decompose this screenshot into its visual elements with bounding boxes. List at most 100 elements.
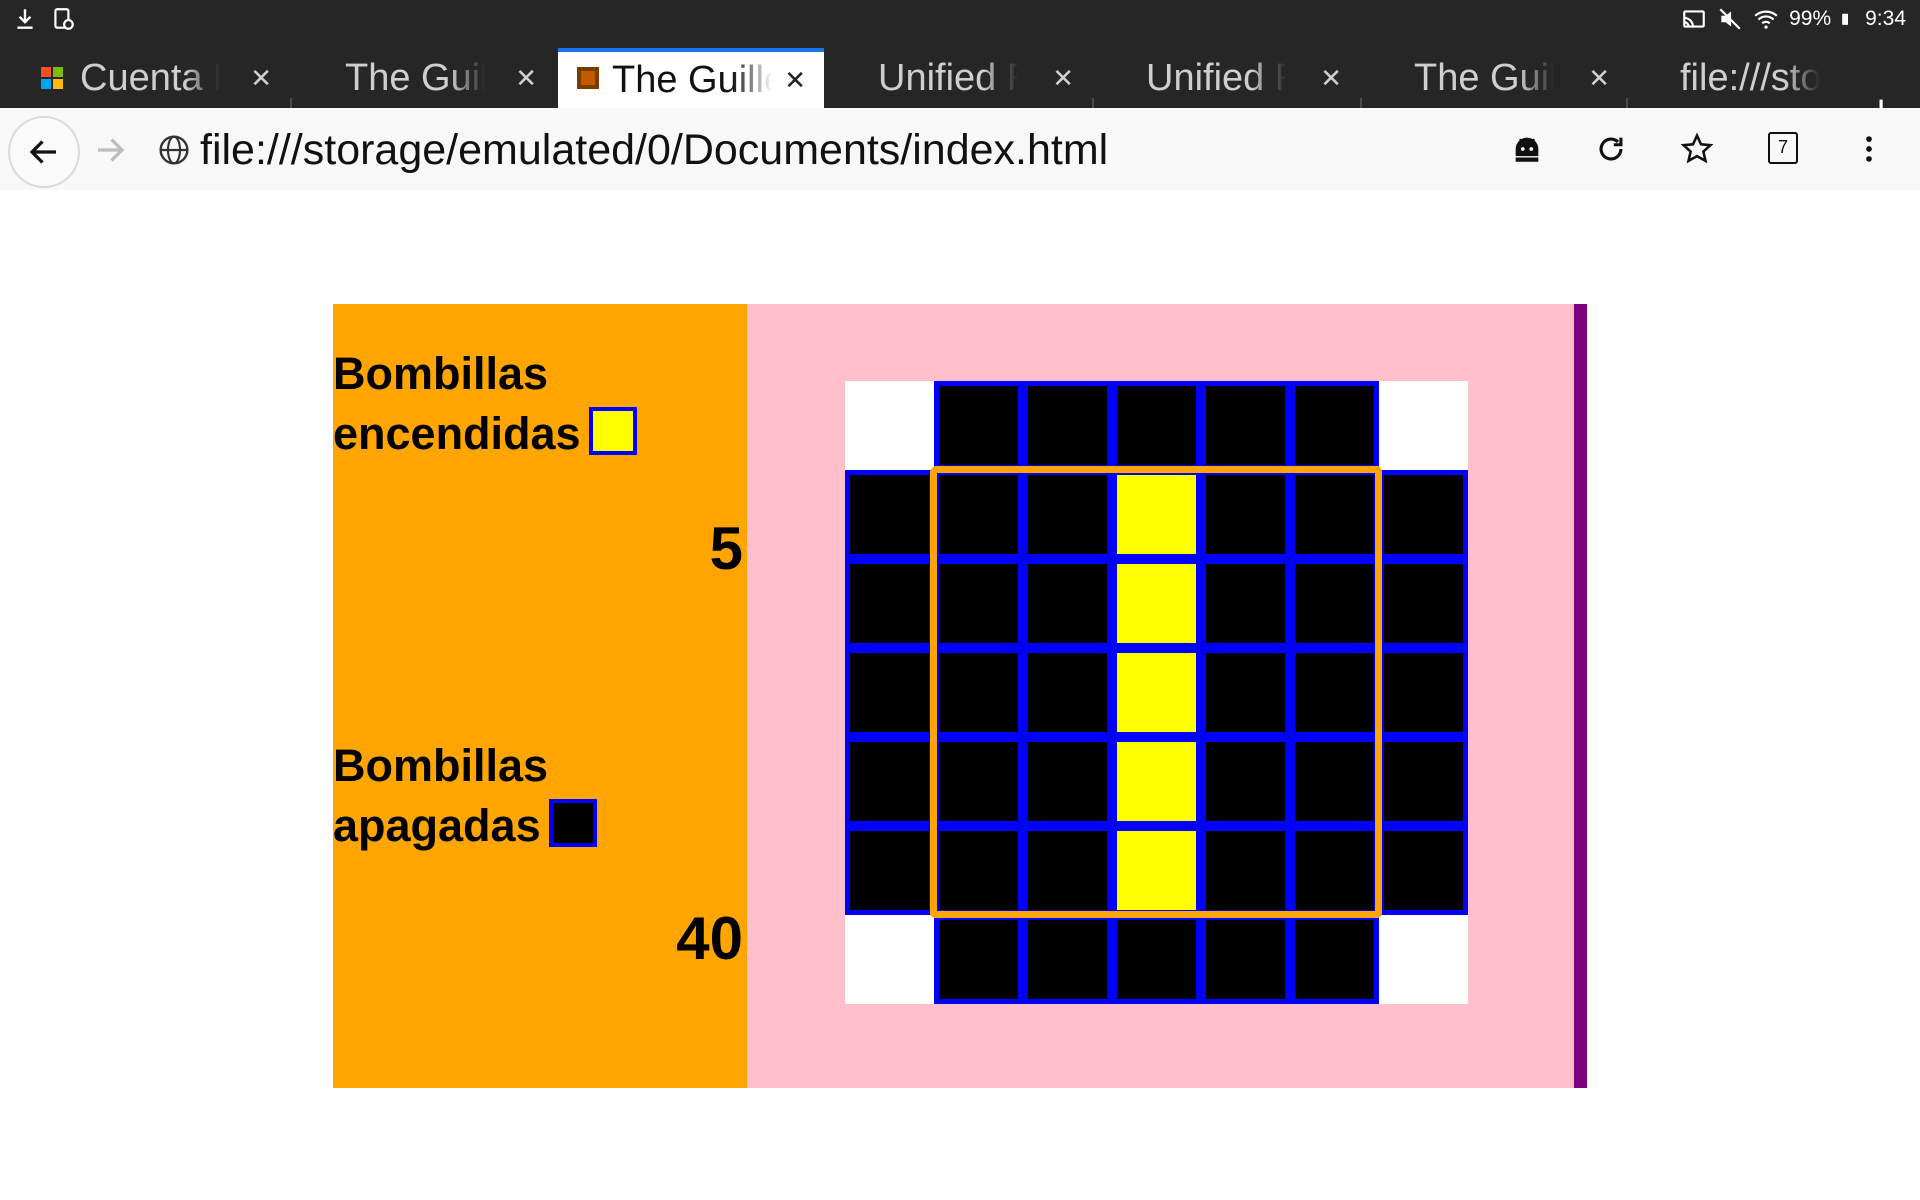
bulb-off[interactable] [1379, 737, 1468, 826]
bulb-off[interactable] [845, 826, 934, 915]
bulb-off[interactable] [1290, 648, 1379, 737]
page-favicon-icon [577, 67, 599, 89]
bulb-off[interactable] [1023, 826, 1112, 915]
tab-title: Unified R [878, 57, 1018, 99]
tab-2[interactable]: The Guill ✕ [265, 48, 555, 108]
bulb-on[interactable] [1112, 470, 1201, 559]
tab-title: The Guille [612, 59, 772, 101]
lights-out-app: Bombillas encendidas 5 Bombillas apagada… [333, 304, 1587, 1088]
bulb-off[interactable] [845, 737, 934, 826]
empty-cell [1379, 915, 1468, 1004]
url-field[interactable]: file:///storage/emulated/0/Documents/ind… [200, 122, 1108, 178]
back-button[interactable] [8, 116, 80, 188]
microsoft-logo-icon [41, 67, 63, 89]
tab-5[interactable]: Unified R ✕ [1094, 48, 1360, 108]
bulb-off[interactable] [1201, 470, 1290, 559]
wifi-icon [1754, 10, 1778, 29]
battery-icon [1842, 13, 1849, 25]
bulb-off[interactable] [934, 826, 1023, 915]
on-bulb-swatch [588, 407, 637, 455]
forward-arrow-icon[interactable] [92, 132, 128, 168]
back-arrow-icon [29, 140, 56, 164]
selection-outline [932, 911, 1381, 918]
bulb-off[interactable] [934, 559, 1023, 648]
bulb-off[interactable] [1379, 470, 1468, 559]
off-bulbs-count: 40 [676, 905, 743, 972]
tab-title: file:///sto [1680, 57, 1820, 99]
selection-outline [930, 468, 937, 917]
bulb-off[interactable] [934, 648, 1023, 737]
bulb-off[interactable] [1290, 470, 1379, 559]
bulb-off[interactable] [1290, 826, 1379, 915]
bulb-off[interactable] [1112, 915, 1201, 1004]
tab-title: The Guill [345, 57, 485, 99]
close-icon[interactable]: ✕ [1320, 48, 1342, 108]
clock: 9:34 [1865, 7, 1906, 30]
close-icon[interactable]: ✕ [784, 52, 806, 108]
empty-cell [845, 381, 934, 470]
on-bulbs-label: Bombillas encendidas [333, 344, 637, 464]
bulb-off[interactable] [1201, 648, 1290, 737]
bulb-off[interactable] [934, 737, 1023, 826]
tab-title: Cuenta M [80, 57, 220, 99]
bulb-off[interactable] [1023, 559, 1112, 648]
off-bulb-swatch [548, 799, 597, 847]
tab-title: Unified R [1146, 57, 1286, 99]
empty-cell [845, 915, 934, 1004]
download-icon [17, 9, 33, 29]
bulb-off[interactable] [1379, 559, 1468, 648]
bulb-off[interactable] [845, 470, 934, 559]
bulb-off[interactable] [1379, 648, 1468, 737]
status-bar: 99% 9:34 [0, 0, 1920, 40]
bulb-off[interactable] [1201, 915, 1290, 1004]
bulb-off[interactable] [934, 470, 1023, 559]
bulb-off[interactable] [845, 648, 934, 737]
close-icon[interactable]: ✕ [515, 48, 537, 108]
bulb-off[interactable] [1023, 381, 1112, 470]
bulb-on[interactable] [1112, 559, 1201, 648]
board-panel [747, 304, 1574, 1088]
bulb-off[interactable] [1023, 915, 1112, 1004]
android-icon[interactable] [1510, 132, 1544, 166]
bulb-off[interactable] [1290, 381, 1379, 470]
bulb-off[interactable] [1201, 381, 1290, 470]
bulb-off[interactable] [1023, 737, 1112, 826]
bulb-off[interactable] [1201, 826, 1290, 915]
menu-icon[interactable] [1852, 132, 1886, 166]
bulb-off[interactable] [1201, 737, 1290, 826]
bulb-on[interactable] [1112, 648, 1201, 737]
browser-toolbar: file:///storage/emulated/0/Documents/ind… [0, 108, 1920, 192]
tab-strip: Cuenta M ✕ The Guill ✕ The Guille ✕ Unif… [0, 40, 1920, 142]
bulb-off[interactable] [1290, 559, 1379, 648]
bulb-off[interactable] [1112, 381, 1201, 470]
bulb-off[interactable] [845, 559, 934, 648]
bulb-off[interactable] [1379, 826, 1468, 915]
bulb-off[interactable] [1290, 915, 1379, 1004]
tab-3-active[interactable]: The Guille ✕ [558, 48, 824, 108]
tab-4[interactable]: Unified R ✕ [826, 48, 1092, 108]
off-label-line2: apagadas [333, 800, 541, 851]
panel-border [1574, 304, 1587, 1088]
reload-icon[interactable] [1594, 132, 1628, 166]
bulb-off[interactable] [1023, 470, 1112, 559]
bulb-off[interactable] [934, 381, 1023, 470]
on-bulbs-count: 5 [709, 515, 743, 582]
bulb-off[interactable] [934, 915, 1023, 1004]
bulb-off[interactable] [1023, 648, 1112, 737]
bulb-off[interactable] [1201, 559, 1290, 648]
selection-outline [932, 466, 1381, 473]
star-icon[interactable] [1680, 132, 1714, 166]
off-label-line1: Bombillas [333, 740, 549, 791]
bulb-grid [845, 381, 1468, 1004]
screenshot-icon [54, 8, 74, 30]
bulb-on[interactable] [1112, 737, 1201, 826]
close-icon[interactable]: ✕ [1588, 48, 1610, 108]
tab-7[interactable]: file:///sto [1628, 48, 1828, 108]
tab-6[interactable]: The Guill ✕ [1362, 48, 1628, 108]
tab-1[interactable]: Cuenta M ✕ [0, 48, 290, 108]
bulb-on[interactable] [1112, 826, 1201, 915]
bulb-off[interactable] [1290, 737, 1379, 826]
close-icon[interactable]: ✕ [1052, 48, 1074, 108]
tab-switcher-button[interactable]: 7 [1768, 132, 1798, 164]
tab-title: The Guill [1414, 57, 1554, 99]
